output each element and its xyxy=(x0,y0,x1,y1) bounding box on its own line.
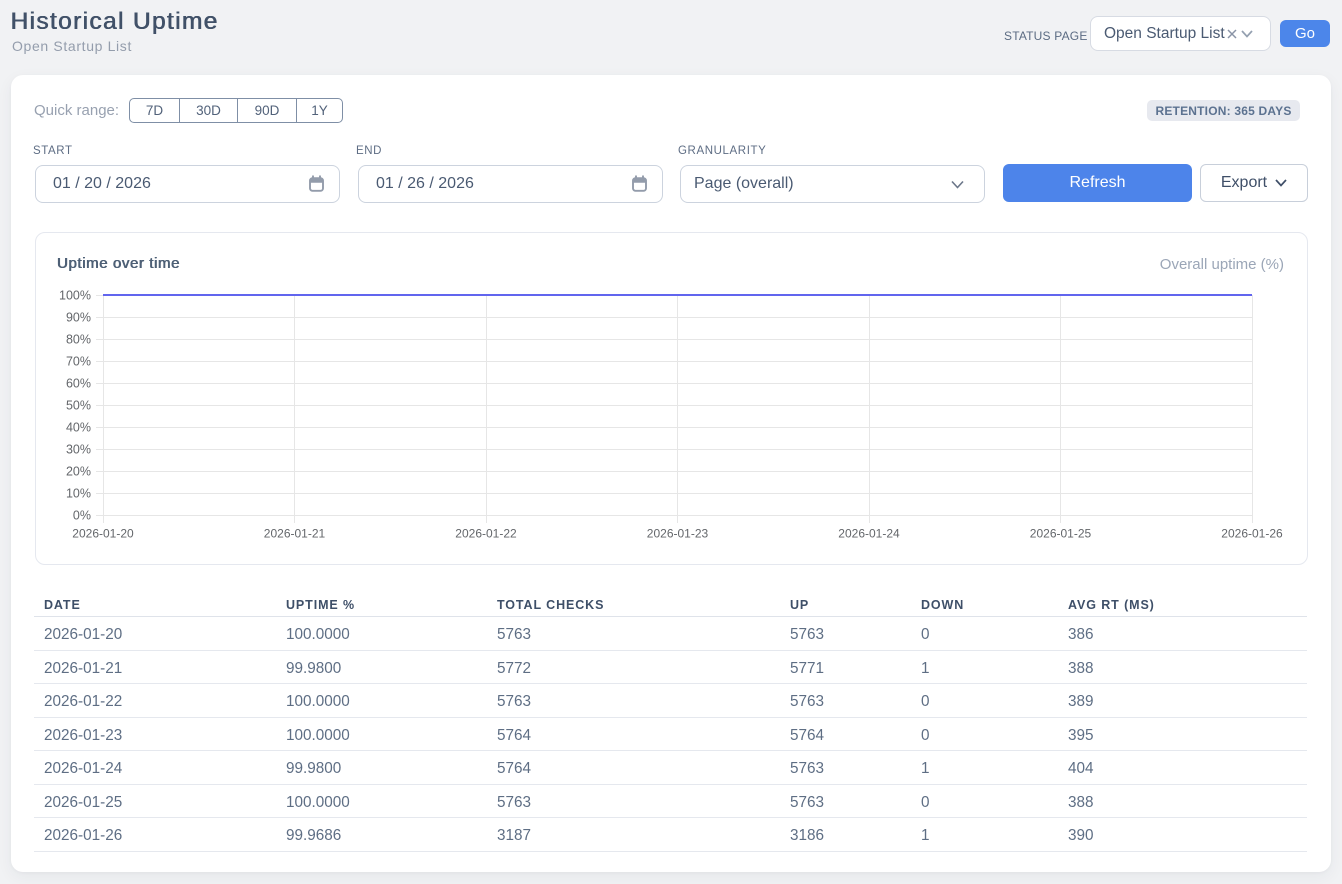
svg-text:20%: 20% xyxy=(66,465,91,479)
svg-text:2026-01-21: 2026-01-21 xyxy=(264,527,326,541)
svg-text:2026-01-26: 2026-01-26 xyxy=(1221,527,1283,541)
svg-text:60%: 60% xyxy=(66,377,91,391)
svg-text:10%: 10% xyxy=(66,487,91,501)
svg-text:80%: 80% xyxy=(66,333,91,347)
svg-text:2026-01-24: 2026-01-24 xyxy=(838,527,900,541)
svg-text:2026-01-25: 2026-01-25 xyxy=(1030,527,1092,541)
svg-text:2026-01-22: 2026-01-22 xyxy=(455,527,517,541)
svg-text:100%: 100% xyxy=(59,289,91,303)
svg-text:40%: 40% xyxy=(66,421,91,435)
svg-text:90%: 90% xyxy=(66,311,91,325)
svg-text:50%: 50% xyxy=(66,399,91,413)
svg-text:70%: 70% xyxy=(66,355,91,369)
svg-text:2026-01-20: 2026-01-20 xyxy=(72,527,134,541)
svg-text:2026-01-23: 2026-01-23 xyxy=(647,527,709,541)
svg-text:30%: 30% xyxy=(66,443,91,457)
svg-text:0%: 0% xyxy=(73,509,91,523)
